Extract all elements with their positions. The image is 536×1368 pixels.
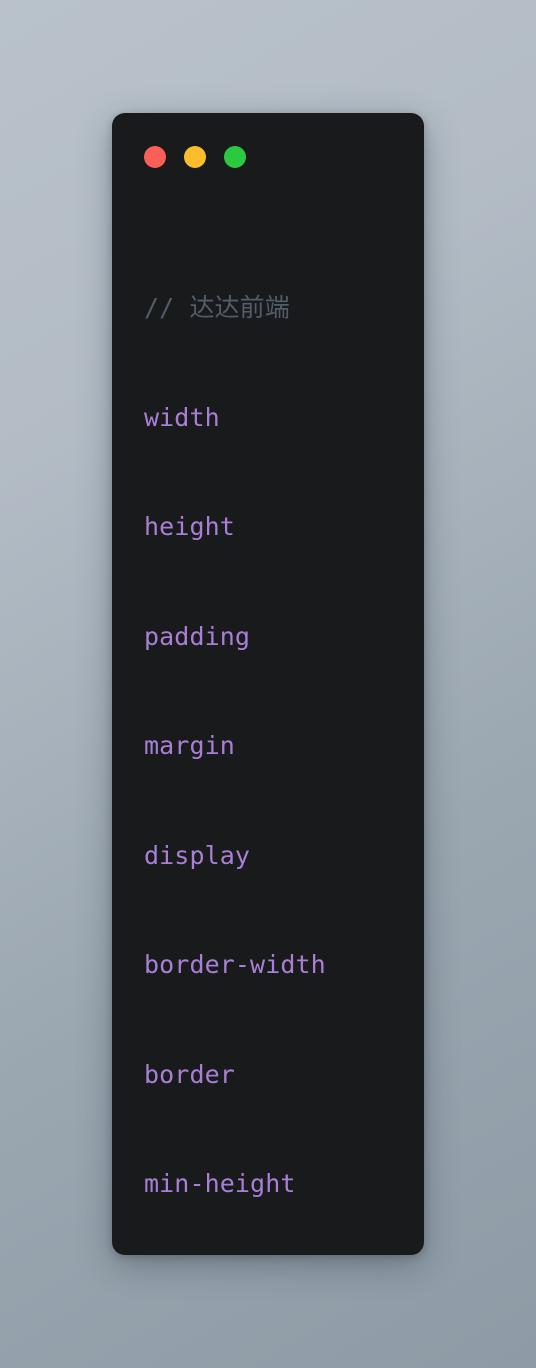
code-line: margin <box>144 731 235 760</box>
close-button-icon[interactable] <box>144 146 166 168</box>
window-titlebar <box>144 146 246 168</box>
code-line: height <box>144 512 235 541</box>
code-line: min-height <box>144 1169 296 1198</box>
code-block[interactable]: // 达达前端 width height padding margin disp… <box>144 217 414 1255</box>
code-line: border <box>144 1059 235 1089</box>
code-line: width <box>144 402 220 432</box>
minimize-button-icon[interactable] <box>184 146 206 168</box>
code-line: display <box>144 840 251 870</box>
code-line: padding <box>144 621 251 651</box>
maximize-button-icon[interactable] <box>224 146 246 168</box>
code-snippet-card: // 达达前端 width height padding margin disp… <box>112 113 424 1255</box>
page-canvas: // 达达前端 width height padding margin disp… <box>0 0 536 1368</box>
code-line-comment: // 达达前端 <box>144 293 290 322</box>
code-line: border-width <box>144 950 326 979</box>
